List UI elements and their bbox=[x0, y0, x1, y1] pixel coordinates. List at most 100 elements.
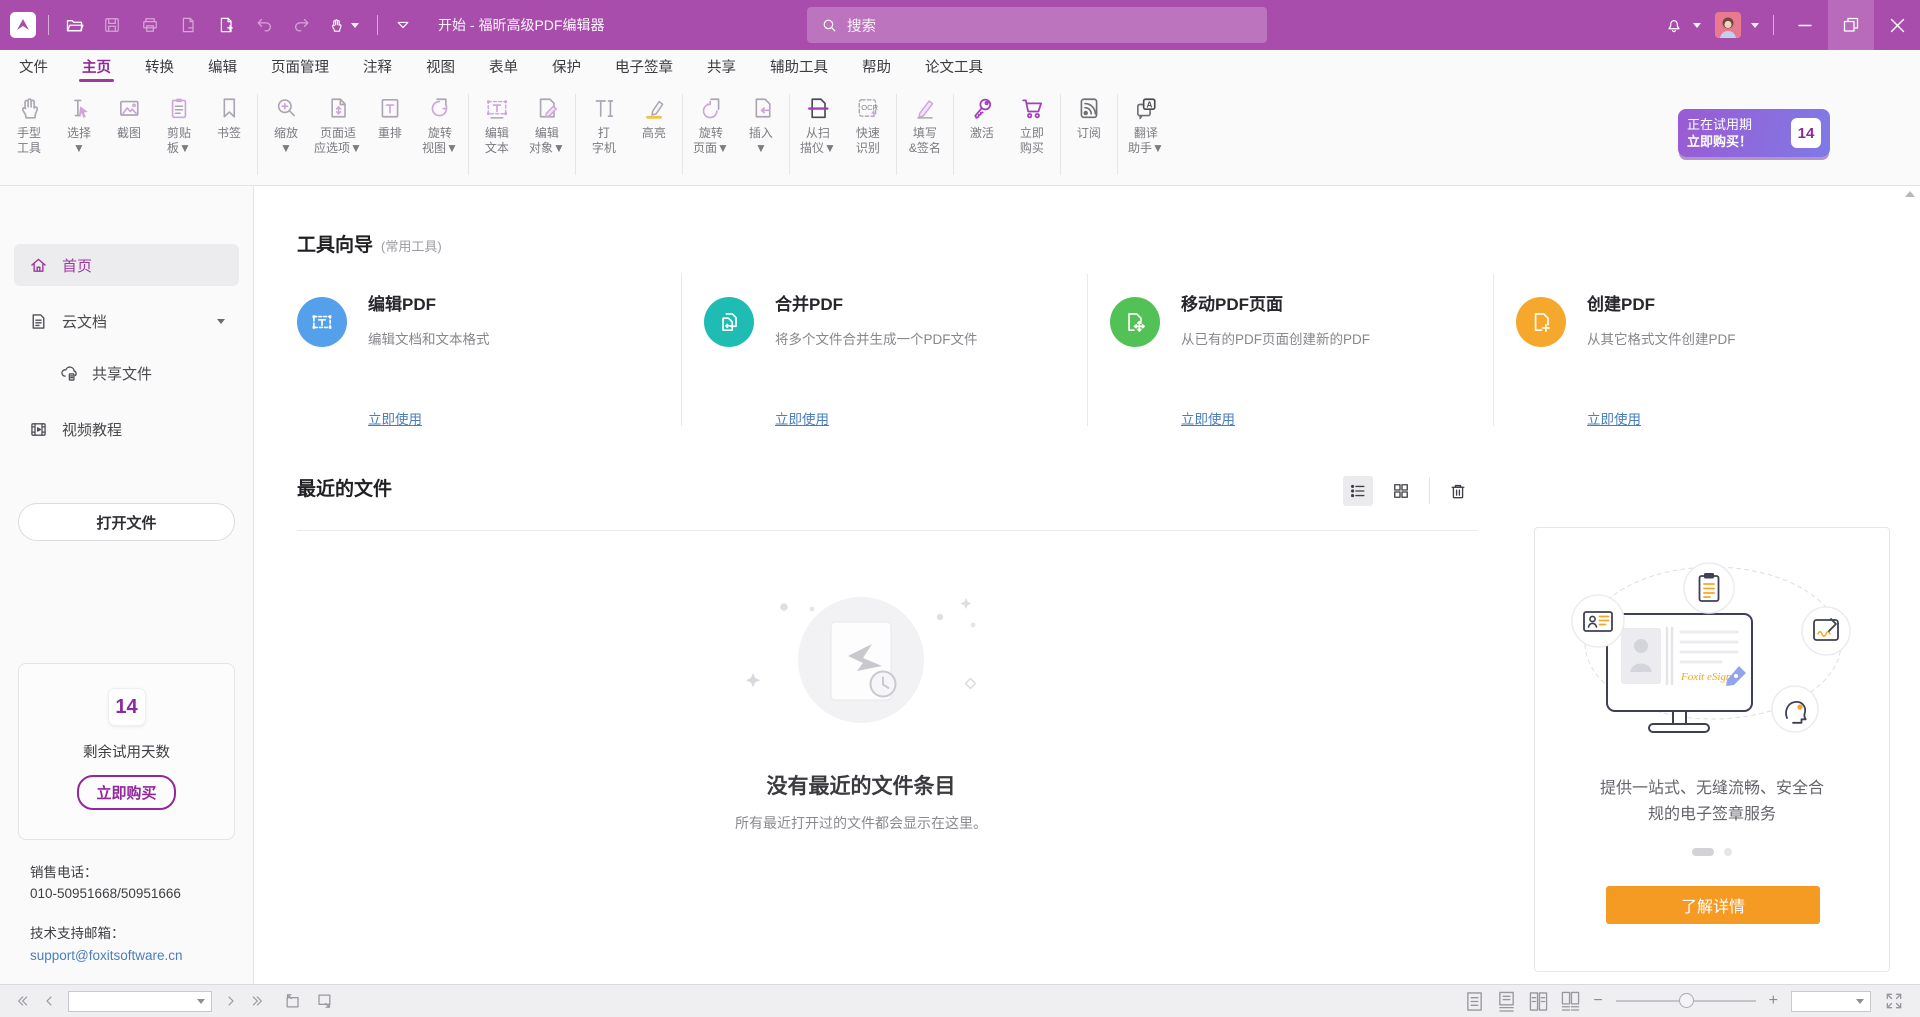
menu-item-form[interactable]: 表单 bbox=[472, 50, 535, 82]
rotate-page-icon bbox=[697, 90, 725, 126]
next-view-button[interactable] bbox=[314, 991, 334, 1011]
buy-now-button[interactable]: 立即购买 bbox=[77, 775, 175, 810]
zoom-level-input[interactable] bbox=[1791, 991, 1871, 1012]
first-page-button[interactable] bbox=[14, 993, 30, 1009]
ribbon-button-buy-now[interactable]: 立即购买 bbox=[1007, 90, 1057, 185]
new-page-icon[interactable] bbox=[213, 12, 239, 38]
two-page-continuous-view-button[interactable] bbox=[1561, 991, 1580, 1012]
open-file-button[interactable]: 打开文件 bbox=[18, 503, 235, 541]
two-page-view-button[interactable] bbox=[1529, 991, 1548, 1012]
tool-card-create-pdf[interactable]: 创建PDF 从其它格式文件创建PDF 立即使用 bbox=[1493, 274, 1899, 426]
tool-card-move-pdf-pages[interactable]: 移动PDF页面 从已有的PDF页面创建新的PDF 立即使用 bbox=[1087, 274, 1493, 426]
menu-item-convert[interactable]: 转换 bbox=[128, 50, 191, 82]
ribbon-button-page-fit[interactable]: 页面适应选项▼ bbox=[311, 90, 365, 185]
ribbon-button-highlight[interactable]: 高亮 bbox=[629, 90, 679, 185]
menu-item-home[interactable]: 主页 bbox=[65, 50, 128, 82]
ribbon-button-rotate-view[interactable]: 旋转视图▼ bbox=[415, 90, 465, 185]
zoom-out-button[interactable]: − bbox=[1593, 992, 1602, 1010]
previous-page-button[interactable] bbox=[41, 993, 57, 1009]
ribbon-button-rotate-page[interactable]: 旋转页面▼ bbox=[686, 90, 736, 185]
zoom-slider-knob[interactable] bbox=[1679, 993, 1694, 1008]
ribbon-button-subscribe[interactable]: 订阅 bbox=[1064, 90, 1114, 185]
menu-item-protect[interactable]: 保护 bbox=[535, 50, 598, 82]
ribbon-button-select[interactable]: 选择▼ bbox=[54, 90, 104, 185]
tool-card-merge-pdf[interactable]: 合并PDF 将多个文件合并生成一个PDF文件 立即使用 bbox=[681, 274, 1087, 426]
ribbon-button-reflow[interactable]: 重排 bbox=[365, 90, 415, 185]
undo-icon[interactable] bbox=[251, 12, 277, 38]
use-now-link[interactable]: 立即使用 bbox=[1181, 408, 1235, 428]
menu-item-edit[interactable]: 编辑 bbox=[191, 50, 254, 82]
trial-badge-button[interactable]: 正在试用期 立即购买！ 14 bbox=[1678, 109, 1830, 157]
menu-item-esign[interactable]: 电子签章 bbox=[598, 50, 690, 82]
page-dropdown-caret-icon[interactable] bbox=[197, 999, 205, 1004]
continuous-view-button[interactable] bbox=[1497, 991, 1516, 1012]
ribbon-button-ocr[interactable]: OCR 快速识别 bbox=[843, 90, 893, 185]
sidebar-item-home[interactable]: 首页 bbox=[14, 244, 239, 286]
search-input[interactable]: 搜索 bbox=[807, 7, 1267, 43]
ribbon-button-zoom[interactable]: 缩放▼ bbox=[261, 90, 311, 185]
save-icon[interactable] bbox=[99, 12, 125, 38]
menu-item-file[interactable]: 文件 bbox=[2, 50, 65, 82]
next-page-button[interactable] bbox=[223, 993, 239, 1009]
menu-item-paper-tools[interactable]: 论文工具 bbox=[908, 50, 1000, 82]
notifications-bell-icon[interactable] bbox=[1661, 12, 1687, 38]
use-now-link[interactable]: 立即使用 bbox=[368, 408, 422, 428]
previous-view-button[interactable] bbox=[283, 991, 303, 1011]
zoom-slider[interactable] bbox=[1616, 1000, 1756, 1002]
chevron-down-icon[interactable] bbox=[217, 319, 225, 324]
export-page-icon[interactable] bbox=[175, 12, 201, 38]
ribbon-button-activate[interactable]: 激活 bbox=[957, 90, 1007, 185]
zoom-dropdown-caret-icon[interactable] bbox=[1856, 999, 1864, 1004]
sidebar-item-cloud-docs[interactable]: 云文档 bbox=[14, 300, 239, 342]
print-icon[interactable] bbox=[137, 12, 163, 38]
redo-icon[interactable] bbox=[289, 12, 315, 38]
menu-item-share[interactable]: 共享 bbox=[690, 50, 753, 82]
menu-item-help[interactable]: 帮助 bbox=[845, 50, 908, 82]
ribbon-button-bookmark[interactable]: 书签 bbox=[204, 90, 254, 185]
grid-view-button[interactable] bbox=[1386, 476, 1416, 506]
ribbon-button-edit-text[interactable]: 编辑文本 bbox=[472, 90, 522, 185]
menu-item-accessibility[interactable]: 辅助工具 bbox=[753, 50, 845, 82]
edit-text-icon bbox=[483, 90, 511, 126]
sidebar-item-shared-files[interactable]: 共享文件 bbox=[14, 356, 239, 390]
hand-tool-icon[interactable] bbox=[327, 12, 365, 38]
ribbon-button-fill-sign[interactable]: 填写&签名 bbox=[900, 90, 950, 185]
ribbon-button-clipboard[interactable]: 剪贴板▼ bbox=[154, 90, 204, 185]
ribbon-button-snapshot[interactable]: 截图 bbox=[104, 90, 154, 185]
carousel-dot[interactable] bbox=[1724, 848, 1732, 856]
restore-button[interactable] bbox=[1828, 0, 1874, 50]
single-page-view-button[interactable] bbox=[1465, 991, 1484, 1012]
learn-more-button[interactable]: 了解详情 bbox=[1606, 886, 1820, 924]
ribbon-button-translate[interactable]: A 翻译助手▼ bbox=[1121, 90, 1171, 185]
recent-files-empty-state: 没有最近的文件条目 所有最近打开过的文件都会显示在这里。 bbox=[711, 556, 1011, 833]
menu-item-comment[interactable]: 注释 bbox=[346, 50, 409, 82]
ribbon-button-insert[interactable]: 插入▼ bbox=[736, 90, 786, 185]
carousel-dot-active[interactable] bbox=[1692, 848, 1714, 856]
close-button[interactable] bbox=[1874, 0, 1920, 50]
minimize-button[interactable] bbox=[1782, 0, 1828, 50]
fullscreen-button[interactable] bbox=[1884, 991, 1904, 1011]
menu-item-page-manage[interactable]: 页面管理 bbox=[254, 50, 346, 82]
list-view-button[interactable] bbox=[1343, 476, 1373, 506]
zoom-in-button[interactable]: + bbox=[1769, 992, 1778, 1010]
use-now-link[interactable]: 立即使用 bbox=[775, 408, 829, 428]
ribbon-button-hand-tool[interactable]: 手型工具 bbox=[4, 90, 54, 185]
account-caret-icon[interactable] bbox=[1751, 23, 1759, 28]
open-file-icon[interactable] bbox=[61, 12, 87, 38]
user-avatar[interactable] bbox=[1715, 12, 1741, 38]
page-number-input[interactable] bbox=[68, 991, 212, 1012]
ribbon-button-label: 打字机 bbox=[592, 126, 616, 158]
sidebar-item-video-tutorials[interactable]: 视频教程 bbox=[14, 408, 239, 450]
menu-item-view[interactable]: 视图 bbox=[409, 50, 472, 82]
ribbon-button-edit-object[interactable]: 编辑对象▼ bbox=[522, 90, 572, 185]
ribbon-collapse-icon[interactable] bbox=[390, 12, 416, 38]
support-email-link[interactable]: support@foxitsoftware.cn bbox=[30, 945, 183, 966]
clear-recent-trash-button[interactable] bbox=[1443, 476, 1473, 506]
last-page-button[interactable] bbox=[250, 993, 266, 1009]
ribbon-button-from-scanner[interactable]: 从扫描仪▼ bbox=[793, 90, 843, 185]
tool-card-edit-pdf[interactable]: 编辑PDF 编辑文档和文本格式 立即使用 bbox=[297, 274, 681, 426]
ribbon-button-typewriter[interactable]: 打字机 bbox=[579, 90, 629, 185]
use-now-link[interactable]: 立即使用 bbox=[1587, 408, 1641, 428]
notifications-caret-icon[interactable] bbox=[1693, 23, 1701, 28]
scrollbar-up-icon[interactable] bbox=[1905, 191, 1915, 197]
